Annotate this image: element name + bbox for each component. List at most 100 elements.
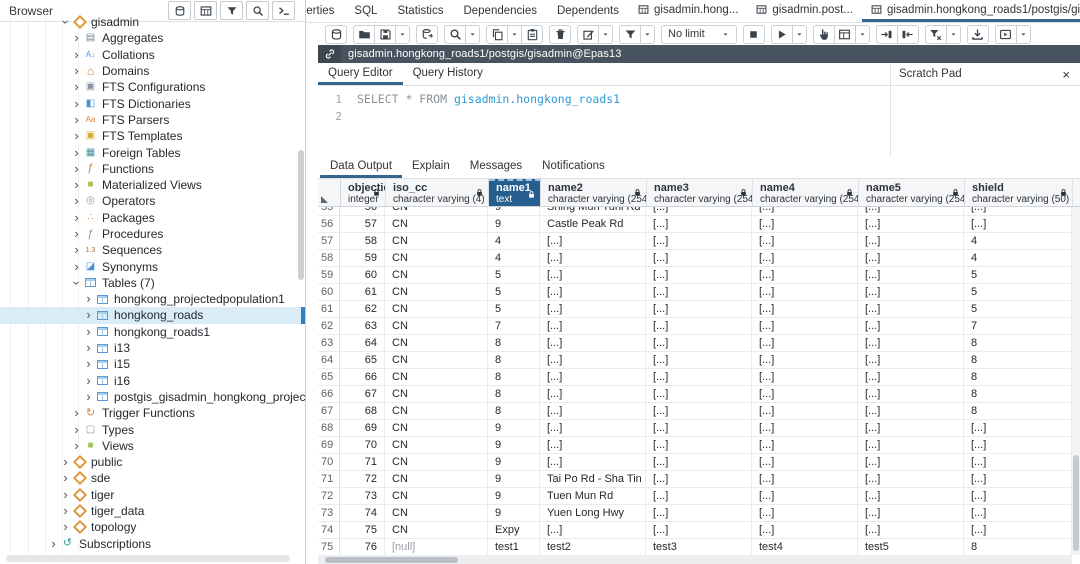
grid-horizontal-scrollbar-thumb[interactable] bbox=[325, 557, 458, 563]
row-number-cell[interactable]: 65 bbox=[318, 369, 340, 385]
data-cell[interactable]: CN bbox=[385, 335, 488, 351]
data-cell[interactable]: 9 bbox=[488, 488, 540, 504]
data-cell[interactable]: [...] bbox=[540, 437, 646, 453]
rollback-button[interactable] bbox=[897, 25, 919, 44]
copy-button[interactable] bbox=[486, 25, 508, 44]
data-cell[interactable]: [...] bbox=[752, 420, 858, 436]
row-number-cell[interactable]: 68 bbox=[318, 420, 340, 436]
data-cell[interactable]: 63 bbox=[340, 318, 385, 334]
data-cell[interactable]: 61 bbox=[340, 284, 385, 300]
data-cell[interactable]: [...] bbox=[752, 284, 858, 300]
chevron-right-icon[interactable]: › bbox=[83, 327, 94, 337]
data-cell[interactable]: 8 bbox=[964, 335, 1072, 351]
data-cell[interactable]: [...] bbox=[646, 284, 752, 300]
data-cell[interactable]: test2 bbox=[540, 539, 646, 555]
tree-item-hongkong-roads[interactable]: ›hongkong_roads bbox=[0, 307, 305, 323]
data-cell[interactable]: [...] bbox=[752, 437, 858, 453]
tree-item-tiger-data[interactable]: ›tiger_data bbox=[0, 503, 305, 519]
tree-item-hongkong-projectedpopulation1[interactable]: ›hongkong_projectedpopulation1 bbox=[0, 291, 305, 307]
data-cell[interactable]: CN bbox=[385, 267, 488, 283]
chevron-right-icon[interactable]: › bbox=[83, 376, 94, 386]
tree-item-tiger[interactable]: ›tiger bbox=[0, 487, 305, 503]
data-cell[interactable]: Yuen Long Hwy bbox=[540, 505, 646, 521]
graph-visualiser-button-menu[interactable] bbox=[855, 25, 870, 44]
tree-item-sde[interactable]: ›sde bbox=[0, 470, 305, 486]
data-cell[interactable]: 5 bbox=[488, 267, 540, 283]
data-cell[interactable]: 4 bbox=[488, 250, 540, 266]
data-cell[interactable]: [...] bbox=[646, 505, 752, 521]
data-cell[interactable]: 9 bbox=[488, 420, 540, 436]
data-cell[interactable]: 8 bbox=[964, 369, 1072, 385]
grid-vertical-scrollbar-thumb[interactable] bbox=[1073, 455, 1079, 551]
data-cell[interactable]: [...] bbox=[858, 420, 964, 436]
data-cell[interactable]: CN bbox=[385, 301, 488, 317]
cancel-query-button[interactable] bbox=[743, 25, 765, 44]
data-cell[interactable]: 8 bbox=[488, 352, 540, 368]
tab-dependents[interactable]: Dependents bbox=[547, 0, 629, 22]
tab-dependencies[interactable]: Dependencies bbox=[453, 0, 547, 22]
data-cell[interactable]: [...] bbox=[964, 471, 1072, 487]
chevron-right-icon[interactable]: › bbox=[60, 506, 71, 516]
data-cell[interactable]: 9 bbox=[488, 437, 540, 453]
data-cell[interactable]: CN bbox=[385, 369, 488, 385]
column-header-objectid[interactable]: objectidinteger bbox=[341, 179, 386, 206]
chevron-right-icon[interactable]: › bbox=[71, 425, 82, 435]
chevron-right-icon[interactable]: › bbox=[60, 522, 71, 532]
tab-data-output[interactable]: Data Output bbox=[320, 157, 402, 178]
data-cell[interactable]: 67 bbox=[340, 386, 385, 402]
edit-button-menu[interactable] bbox=[598, 25, 613, 44]
data-cell[interactable]: [...] bbox=[646, 352, 752, 368]
data-cell[interactable]: CN bbox=[385, 437, 488, 453]
data-cell[interactable]: [...] bbox=[858, 403, 964, 419]
data-cell[interactable]: [...] bbox=[752, 301, 858, 317]
data-cell[interactable]: CN bbox=[385, 386, 488, 402]
row-number-cell[interactable]: 55 bbox=[318, 207, 340, 215]
tree-item-topology[interactable]: ›topology bbox=[0, 519, 305, 535]
tab-properties[interactable]: Properties bbox=[306, 0, 344, 22]
data-cell[interactable]: [...] bbox=[540, 352, 646, 368]
chevron-right-icon[interactable]: › bbox=[83, 343, 94, 353]
row-number-cell[interactable]: 72 bbox=[318, 488, 340, 504]
find-button[interactable] bbox=[444, 25, 466, 44]
chevron-right-icon[interactable]: › bbox=[71, 441, 82, 451]
query-tool-tab[interactable]: gisadmin.hongkong_roads1/postgis/gisadmi… bbox=[862, 0, 1080, 22]
tree-item-subscriptions[interactable]: ›↺Subscriptions bbox=[0, 536, 305, 552]
data-cell[interactable]: [...] bbox=[752, 386, 858, 402]
tree-item-i15[interactable]: ›i15 bbox=[0, 356, 305, 372]
row-number-cell[interactable]: 73 bbox=[318, 505, 340, 521]
row-number-cell[interactable]: 58 bbox=[318, 250, 340, 266]
data-cell[interactable]: CN bbox=[385, 284, 488, 300]
tree-item-types[interactable]: ›▢Types bbox=[0, 421, 305, 437]
chevron-right-icon[interactable]: › bbox=[83, 359, 94, 369]
data-cell[interactable]: [...] bbox=[540, 454, 646, 470]
macro-button[interactable] bbox=[995, 25, 1017, 44]
data-cell[interactable]: test4 bbox=[752, 539, 858, 555]
data-cell[interactable]: [...] bbox=[858, 369, 964, 385]
data-cell[interactable]: [...] bbox=[858, 454, 964, 470]
chevron-right-icon[interactable]: › bbox=[71, 408, 82, 418]
data-cell[interactable]: 8 bbox=[964, 386, 1072, 402]
data-cell[interactable]: [...] bbox=[646, 318, 752, 334]
tree-item-views[interactable]: ›■Views bbox=[0, 438, 305, 454]
query-tool-tab[interactable]: gisadmin.hong... bbox=[629, 0, 747, 22]
chevron-right-icon[interactable]: › bbox=[71, 115, 82, 125]
data-cell[interactable]: [...] bbox=[858, 207, 964, 215]
chevron-right-icon[interactable]: › bbox=[83, 392, 94, 402]
data-cell[interactable]: 64 bbox=[340, 335, 385, 351]
tree-item-fts-parsers[interactable]: ›AaFTS Parsers bbox=[0, 112, 305, 128]
data-cell[interactable]: [...] bbox=[540, 233, 646, 249]
tree-item-postgres[interactable]: ›postgres bbox=[0, 552, 305, 554]
select-all-corner[interactable] bbox=[318, 179, 341, 206]
query-tool-tab[interactable]: gisadmin.post... bbox=[747, 0, 862, 22]
tree-item-materialized-views[interactable]: ›■Materialized Views bbox=[0, 177, 305, 193]
data-cell[interactable]: [...] bbox=[752, 267, 858, 283]
data-cell[interactable]: 4 bbox=[964, 233, 1072, 249]
data-cell[interactable]: [...] bbox=[858, 216, 964, 232]
tree-item-fts-templates[interactable]: ›▣FTS Templates bbox=[0, 128, 305, 144]
filter-button[interactable] bbox=[619, 25, 641, 44]
chevron-right-icon[interactable]: › bbox=[71, 50, 82, 60]
row-number-cell[interactable]: 70 bbox=[318, 454, 340, 470]
data-cell[interactable]: [...] bbox=[752, 233, 858, 249]
data-cell[interactable]: [...] bbox=[540, 403, 646, 419]
data-cell[interactable]: test5 bbox=[858, 539, 964, 555]
